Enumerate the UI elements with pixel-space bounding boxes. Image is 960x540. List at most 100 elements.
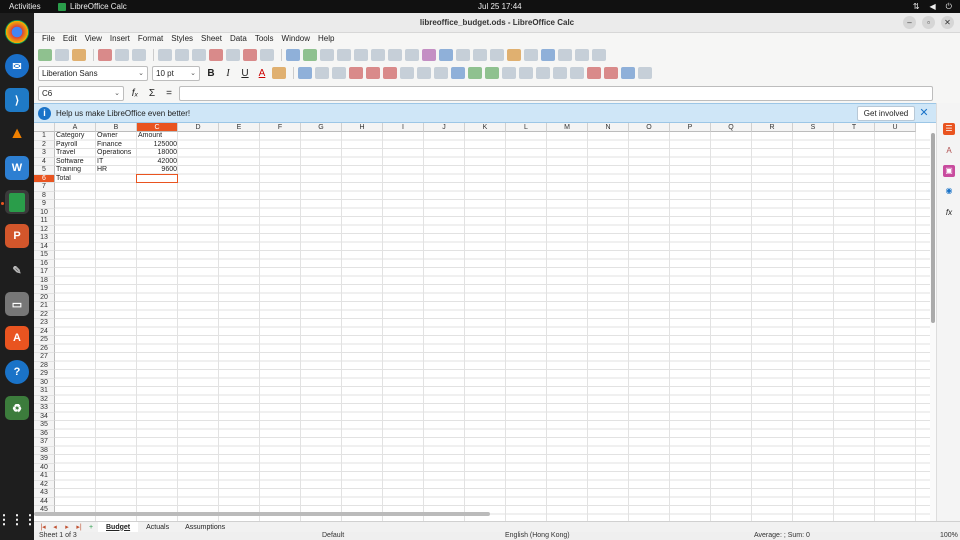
row-header[interactable]: 43 [34, 489, 55, 498]
row-header[interactable]: 30 [34, 378, 55, 387]
close-button[interactable]: ✕ [941, 16, 954, 29]
cut-icon[interactable] [158, 49, 172, 61]
get-involved-button[interactable]: Get involved [857, 106, 915, 121]
gallery-icon[interactable]: ▣ [943, 165, 955, 177]
percent-icon[interactable] [468, 67, 482, 79]
language[interactable]: English (Hong Kong) [505, 532, 570, 539]
maximize-button[interactable]: ▫ [922, 16, 935, 29]
row-header[interactable]: 27 [34, 353, 55, 362]
open-icon[interactable] [55, 49, 69, 61]
cell-c4[interactable]: 42000 [137, 158, 178, 167]
merge-cells-icon[interactable] [417, 67, 431, 79]
row-header[interactable]: 22 [34, 310, 55, 319]
split-window-icon[interactable] [575, 49, 589, 61]
conditional-format-icon[interactable] [638, 67, 652, 79]
cell-grid[interactable]: Category Owner Amount Payroll Finance 125000 T… [55, 132, 930, 521]
impress-icon[interactable]: P [5, 224, 29, 248]
column-header-p[interactable]: P [670, 123, 711, 132]
add-sheet-icon[interactable]: + [86, 524, 96, 531]
row-header[interactable]: 32 [34, 395, 55, 404]
number-format-icon[interactable] [485, 67, 499, 79]
row-header[interactable]: 10 [34, 208, 55, 217]
cell-b3[interactable]: Operations [96, 149, 137, 158]
column-header-u[interactable]: U [875, 123, 916, 132]
calc-icon[interactable] [5, 190, 29, 214]
show-draw-icon[interactable] [592, 49, 606, 61]
align-left-icon[interactable] [298, 67, 312, 79]
date-format-icon[interactable] [502, 67, 516, 79]
cell-b2[interactable]: Finance [96, 141, 137, 150]
formula-icon[interactable]: = [162, 88, 176, 99]
name-box[interactable]: C6 ⌄ [38, 85, 124, 101]
row-header[interactable]: 38 [34, 446, 55, 455]
column-header-d[interactable]: D [178, 123, 219, 132]
column-header-c[interactable]: C [137, 123, 178, 132]
menu-edit[interactable]: Edit [59, 33, 81, 45]
autofilter-icon[interactable] [405, 49, 419, 61]
column-header-a[interactable]: A [55, 123, 96, 132]
border-color-icon[interactable] [621, 67, 635, 79]
undo-icon[interactable] [243, 49, 257, 61]
cell-b5[interactable]: HR [96, 166, 137, 175]
cell-b4[interactable]: IT [96, 158, 137, 167]
cell-a1[interactable]: Category [55, 132, 96, 141]
chrome-icon[interactable] [5, 20, 29, 44]
row-header[interactable]: 23 [34, 319, 55, 328]
cell-a3[interactable]: Travel [55, 149, 96, 158]
special-character-icon[interactable] [473, 49, 487, 61]
cell-c2[interactable]: 125000 [137, 141, 178, 150]
first-sheet-icon[interactable]: |◂ [38, 523, 48, 531]
add-decimal-icon[interactable] [519, 67, 533, 79]
prev-sheet-icon[interactable]: ◂ [50, 523, 60, 531]
cell-c1[interactable]: Amount [137, 132, 178, 141]
minimize-button[interactable]: – [903, 16, 916, 29]
row-header[interactable]: 28 [34, 361, 55, 370]
font-size-box[interactable]: 10 pt ⌄ [152, 65, 200, 81]
column-header-q[interactable]: Q [711, 123, 752, 132]
redo-icon[interactable] [260, 49, 274, 61]
comment-icon[interactable] [507, 49, 521, 61]
column-header-g[interactable]: G [301, 123, 342, 132]
row-header[interactable]: 40 [34, 463, 55, 472]
spelling-icon[interactable] [303, 49, 317, 61]
menu-view[interactable]: View [81, 33, 106, 45]
page-style[interactable]: Default [322, 532, 344, 539]
row-header[interactable]: 3 [34, 149, 55, 158]
insert-chart-icon[interactable] [439, 49, 453, 61]
gimp-icon[interactable]: ✎ [5, 258, 29, 282]
row-header[interactable]: 34 [34, 412, 55, 421]
horizontal-scrollbar[interactable] [34, 512, 490, 516]
row-header[interactable]: 19 [34, 285, 55, 294]
clock[interactable]: Jul 25 17:44 [478, 2, 522, 11]
thunderbird-icon[interactable]: ✉ [5, 54, 29, 78]
row-header[interactable]: 44 [34, 497, 55, 506]
row-header[interactable]: 39 [34, 455, 55, 464]
menu-styles[interactable]: Styles [167, 33, 197, 45]
spreadsheet-grid[interactable]: ABCDEFGHIJKLMNOPQRSTU 1 2 3 4 5 6 7 8 9 10 11 12 13 1… [34, 123, 930, 521]
row-header[interactable]: 7 [34, 183, 55, 192]
align-bottom-icon[interactable] [383, 67, 397, 79]
new-icon[interactable] [38, 49, 52, 61]
row-header[interactable]: 6 [34, 174, 55, 183]
selected-cell-cursor[interactable] [136, 173, 178, 183]
row-header[interactable]: 18 [34, 276, 55, 285]
menu-window[interactable]: Window [278, 33, 314, 45]
menu-format[interactable]: Format [134, 33, 167, 45]
zoom-level[interactable]: 100% [940, 532, 958, 539]
column-header-t[interactable]: T [834, 123, 875, 132]
row-header[interactable]: 20 [34, 293, 55, 302]
freeze-rows-icon[interactable] [558, 49, 572, 61]
clone-formatting-icon[interactable] [209, 49, 223, 61]
column-header-i[interactable]: I [383, 123, 424, 132]
currency-icon[interactable] [451, 67, 465, 79]
tab-budget[interactable]: Budget [98, 521, 139, 533]
files-icon[interactable]: ▭ [5, 292, 29, 316]
row-header[interactable]: 29 [34, 370, 55, 379]
menu-tools[interactable]: Tools [251, 33, 278, 45]
tab-assumptions[interactable]: Assumptions [177, 522, 233, 533]
sort-ascending-icon[interactable] [371, 49, 385, 61]
row-header[interactable]: 2 [34, 140, 55, 149]
row-header[interactable]: 16 [34, 259, 55, 268]
border-style-icon[interactable] [604, 67, 618, 79]
software-center-icon[interactable]: A [5, 326, 29, 350]
